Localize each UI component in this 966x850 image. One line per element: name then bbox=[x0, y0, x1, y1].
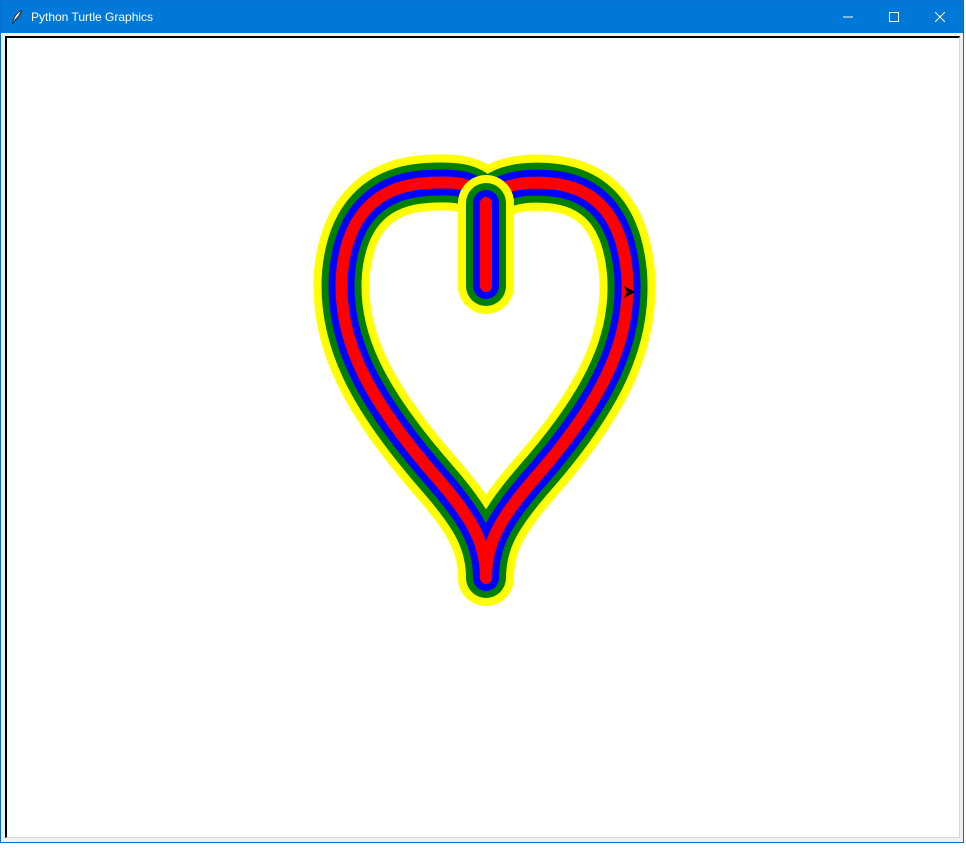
turtle-canvas[interactable] bbox=[5, 36, 960, 838]
minimize-icon bbox=[843, 16, 853, 18]
title-bar[interactable]: Python Turtle Graphics bbox=[1, 1, 963, 33]
minimize-button[interactable] bbox=[825, 1, 871, 33]
maximize-button[interactable] bbox=[871, 1, 917, 33]
feather-icon bbox=[11, 9, 23, 25]
turtle-window: Python Turtle Graphics bbox=[0, 0, 964, 843]
window-title: Python Turtle Graphics bbox=[31, 10, 154, 24]
close-button[interactable] bbox=[917, 1, 963, 33]
maximize-icon bbox=[889, 12, 899, 22]
heart-drawing bbox=[313, 154, 656, 606]
close-icon bbox=[935, 12, 945, 22]
